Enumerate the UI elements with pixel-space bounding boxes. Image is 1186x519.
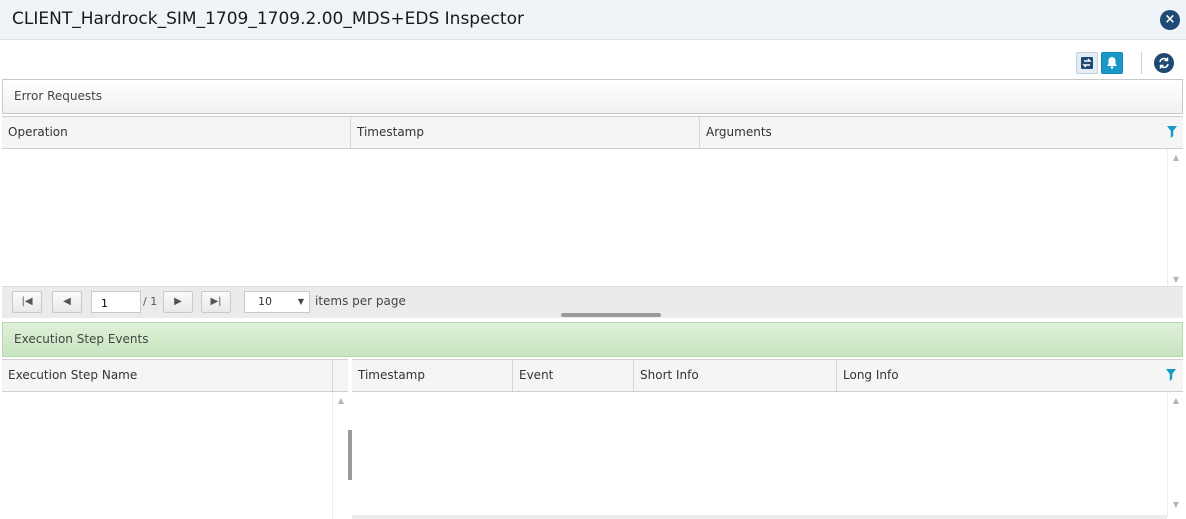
column-long-info[interactable]: Long Info	[836, 360, 1162, 391]
toolbar-separator	[1141, 52, 1142, 74]
events-grid-header: Timestamp Event Short Info Long Info	[352, 359, 1183, 392]
pager-page-input[interactable]	[91, 291, 141, 313]
error-requests-scrollbar[interactable]: ▲ ▼	[1167, 149, 1183, 286]
column-event-timestamp[interactable]: Timestamp	[352, 360, 512, 391]
column-operation[interactable]: Operation	[2, 117, 350, 148]
swap-view-button[interactable]	[1076, 52, 1098, 74]
items-per-page-select[interactable]: 10 ▼	[244, 291, 310, 313]
bell-icon	[1107, 57, 1117, 69]
notifications-button[interactable]	[1101, 52, 1123, 74]
pager-last-button[interactable]: ▶|	[201, 291, 231, 313]
events-scrollbar[interactable]: ▲ ▼	[1167, 392, 1183, 516]
horizontal-splitter-handle[interactable]	[561, 313, 661, 317]
step-name-scrollbar[interactable]: ▲	[332, 392, 348, 519]
error-requests-grid-header: Operation Timestamp Arguments	[2, 116, 1183, 149]
pager-next-button[interactable]: ▶	[163, 291, 193, 313]
step-name-grid-body	[2, 392, 332, 519]
filter-icon[interactable]	[1162, 360, 1180, 391]
execution-step-events-header: Execution Step Events	[2, 322, 1183, 357]
column-short-info[interactable]: Short Info	[633, 360, 836, 391]
column-timestamp[interactable]: Timestamp	[350, 117, 699, 148]
filter-icon[interactable]	[1163, 117, 1181, 148]
chevron-down-icon: ▼	[297, 297, 304, 306]
scroll-up-icon[interactable]: ▲	[1168, 153, 1184, 162]
step-name-grid-header: Execution Step Name	[2, 359, 348, 392]
scroll-up-icon[interactable]: ▲	[333, 396, 349, 405]
pager-first-button[interactable]: |◀	[12, 291, 42, 313]
pager-prev-button[interactable]: ◀	[52, 291, 82, 313]
items-per-page-value: 10	[258, 295, 272, 308]
step-name-header-spacer	[332, 360, 348, 391]
items-per-page-label: items per page	[315, 294, 406, 308]
swap-icon	[1081, 57, 1093, 69]
pager-page-count: / 1	[143, 295, 158, 308]
column-arguments[interactable]: Arguments	[699, 117, 1162, 148]
error-requests-grid-body	[2, 149, 1167, 286]
refresh-icon	[1159, 57, 1169, 69]
scroll-down-icon[interactable]: ▼	[1168, 500, 1184, 509]
refresh-button[interactable]	[1154, 53, 1174, 73]
events-grid-body	[352, 392, 1167, 515]
close-icon[interactable]: ×	[1160, 10, 1180, 30]
column-event[interactable]: Event	[512, 360, 633, 391]
column-execution-step-name[interactable]: Execution Step Name	[2, 360, 332, 391]
events-hscrollbar[interactable]	[352, 515, 1167, 519]
scroll-up-icon[interactable]: ▲	[1168, 396, 1184, 405]
error-requests-header: Error Requests	[2, 79, 1183, 114]
scroll-down-icon[interactable]: ▼	[1168, 275, 1184, 284]
window-title: CLIENT_Hardrock_SIM_1709_1709.2.00_MDS+E…	[12, 9, 524, 29]
